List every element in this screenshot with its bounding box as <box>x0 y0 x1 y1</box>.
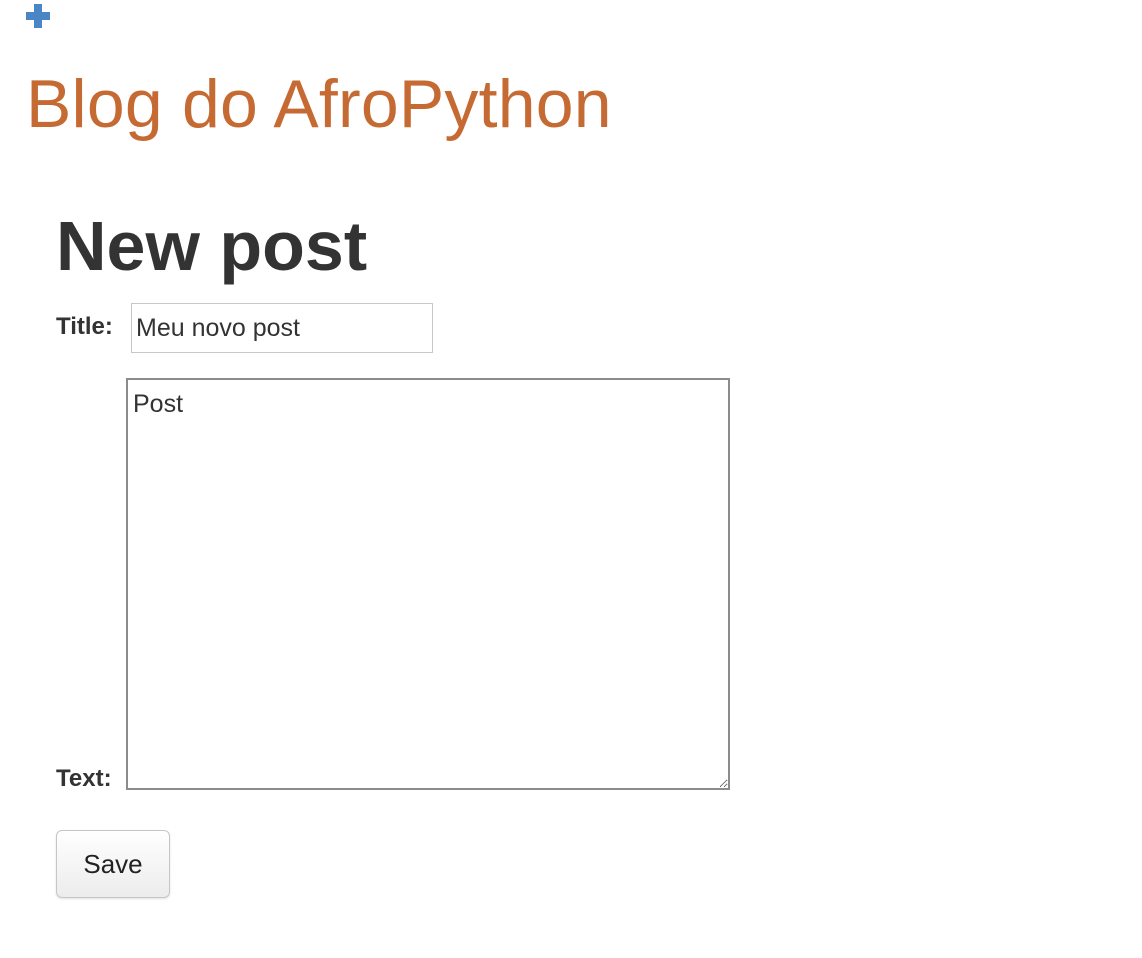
title-label: Title: <box>56 313 113 340</box>
blog-title-link[interactable]: Blog do AfroPython <box>26 64 612 144</box>
save-button[interactable]: Save <box>56 830 170 898</box>
text-textarea[interactable]: Post <box>126 378 730 790</box>
add-post-icon[interactable] <box>24 2 52 30</box>
text-label: Text: <box>56 765 112 792</box>
page-title: New post <box>56 207 368 285</box>
title-input[interactable] <box>131 303 433 353</box>
